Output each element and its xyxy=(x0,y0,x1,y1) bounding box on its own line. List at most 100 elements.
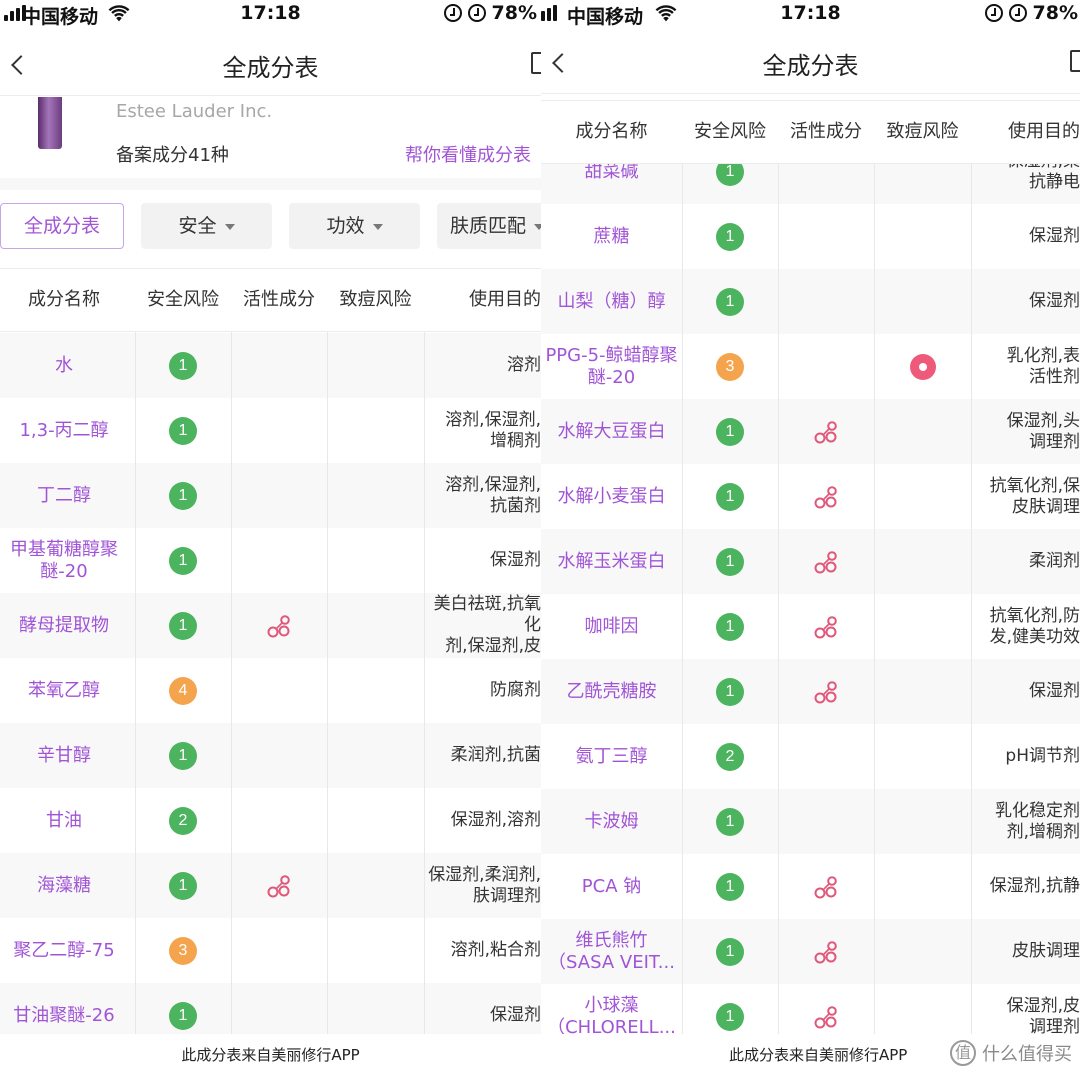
safety-cell: 1 xyxy=(682,529,778,594)
table-row[interactable]: 海藻糖 1 保湿剂,柔润剂, 肤调理剂 xyxy=(0,853,541,918)
safety-badge: 1 xyxy=(716,164,744,186)
table-header: 成分名称 安全风险 活性成分 致痘风险 使用目的 xyxy=(0,268,541,332)
table-row[interactable]: 丁二醇 1 溶剂,保湿剂, 抗菌剂 xyxy=(0,463,541,528)
table-row[interactable]: PPG-5-鲸蜡醇聚醚-20 3 乳化剂,表 活性剂 xyxy=(541,334,1080,399)
nav-bar: 全成分表 xyxy=(0,34,541,96)
active-cell xyxy=(778,659,874,724)
share-icon[interactable] xyxy=(531,52,541,74)
table-row[interactable]: PCA 钠 1 保湿剂,抗静 xyxy=(541,854,1080,919)
purpose-text: 溶剂,保湿剂, 抗菌剂 xyxy=(445,474,541,516)
table-row[interactable]: 水 1 溶剂 xyxy=(0,333,541,398)
acne-cell xyxy=(327,723,424,788)
safety-cell: 1 xyxy=(682,399,778,464)
filter-all-ingredients[interactable]: 全成分表 xyxy=(0,203,124,249)
ingredient-name[interactable]: PCA 钠 xyxy=(541,854,682,919)
filter-label: 肤质匹配 xyxy=(449,215,526,237)
ingredient-name[interactable]: 水 xyxy=(0,333,128,398)
purpose-text: 乳化剂,表 活性剂 xyxy=(1006,345,1080,387)
table-row[interactable]: 维氏熊竹（SASA VEIT... 1 皮肤调理 xyxy=(541,919,1080,984)
ingredient-table: 水 1 溶剂 1,3-丙二醇 1 溶剂,保湿剂, 增稠剂 丁二醇 1 溶剂,保湿剂, 抗菌剂 甲基… xyxy=(0,333,541,1034)
purpose-text: 保湿剂 xyxy=(490,550,541,570)
table-row[interactable]: 水解大豆蛋白 1 保湿剂,头 调理剂 xyxy=(541,399,1080,464)
table-row[interactable]: 苯氧乙醇 4 防腐剂 xyxy=(0,658,541,723)
left-screenshot: 中国移动 17:18 78% 全成分表 Estee Lauder Inc. 备案… xyxy=(0,0,541,1079)
ingredient-name[interactable]: 1,3-丙二醇 xyxy=(0,398,128,463)
filter-efficacy[interactable]: 功效 xyxy=(289,203,420,249)
status-bar: 中国移动 17:18 78% xyxy=(541,0,1080,30)
active-cell xyxy=(231,853,327,918)
safety-badge: 1 xyxy=(716,287,744,316)
table-row[interactable]: 乙酰壳糖胺 1 保湿剂 xyxy=(541,659,1080,724)
safety-badge: 1 xyxy=(716,677,744,706)
ingredient-name[interactable]: PPG-5-鲸蜡醇聚醚-20 xyxy=(541,334,682,399)
table-row[interactable]: 酵母提取物 1 美白祛斑,抗氧化 剂,保湿剂,皮 xyxy=(0,593,541,658)
ingredient-name[interactable]: 咖啡因 xyxy=(541,594,682,659)
safety-badge: 1 xyxy=(716,482,744,511)
active-cell xyxy=(778,984,874,1034)
purpose-text: 防腐剂 xyxy=(490,680,541,700)
ingredient-name[interactable]: 水解玉米蛋白 xyxy=(541,529,682,594)
ingredient-name[interactable]: 氨丁三醇 xyxy=(541,724,682,789)
acne-cell xyxy=(327,658,424,723)
ingredient-name[interactable]: 辛甘醇 xyxy=(0,723,128,788)
ingredient-name[interactable]: 酵母提取物 xyxy=(0,593,128,658)
table-row[interactable]: 咖啡因 1 抗氧化剂,防 发,健美功效 xyxy=(541,594,1080,659)
table-row[interactable]: 甘油 2 保湿剂,溶剂 xyxy=(0,788,541,853)
column-header: 致痘风险 xyxy=(339,289,412,310)
table-row[interactable]: 水解小麦蛋白 1 抗氧化剂,保 皮肤调理 xyxy=(541,464,1080,529)
ingredient-name[interactable]: 苯氧乙醇 xyxy=(0,658,128,723)
ingredient-name[interactable]: 海藻糖 xyxy=(0,853,128,918)
table-row[interactable]: 甲基葡糖醇聚醚-20 1 保湿剂 xyxy=(0,528,541,593)
ingredient-name[interactable]: 维氏熊竹（SASA VEIT... xyxy=(541,919,682,984)
acne-cell xyxy=(327,788,424,853)
safety-cell: 2 xyxy=(682,724,778,789)
column-divider xyxy=(874,100,875,1034)
purpose-text: 抗氧化剂,防 发,健美功效 xyxy=(989,605,1080,647)
active-cell xyxy=(231,593,327,658)
ingredient-name[interactable]: 甲基葡糖醇聚醚-20 xyxy=(0,528,128,593)
table-row[interactable]: 小球藻（CHLORELL... 1 保湿剂,皮 调理剂 xyxy=(541,984,1080,1035)
ingredient-name[interactable]: 丁二醇 xyxy=(0,463,128,528)
active-cell xyxy=(231,333,327,398)
table-row[interactable]: 山梨（糖）醇 1 保湿剂 xyxy=(541,269,1080,334)
active-ingredient-icon xyxy=(814,485,837,508)
ingredient-name[interactable]: 甘油 xyxy=(0,788,128,853)
ingredient-name[interactable]: 甘油聚醚-26 xyxy=(0,983,128,1034)
safety-badge: 1 xyxy=(716,417,744,446)
table-row[interactable]: 水解玉米蛋白 1 柔润剂 xyxy=(541,529,1080,594)
safety-cell: 1 xyxy=(682,269,778,334)
filter-safety[interactable]: 安全 xyxy=(141,203,272,249)
ingredient-name[interactable]: 蔗糖 xyxy=(541,204,682,269)
ingredient-name[interactable]: 山梨（糖）醇 xyxy=(541,269,682,334)
ingredient-name[interactable]: 卡波姆 xyxy=(541,789,682,854)
table-row[interactable]: 甜菜碱 1 保湿剂,柔 抗静电 xyxy=(541,164,1080,204)
ingredient-name[interactable]: 乙酰壳糖胺 xyxy=(541,659,682,724)
active-cell xyxy=(231,788,327,853)
safety-cell: 1 xyxy=(135,398,231,463)
table-row[interactable]: 聚乙二醇-75 3 溶剂,粘合剂 xyxy=(0,918,541,983)
safety-badge: 1 xyxy=(169,416,197,445)
active-cell xyxy=(778,269,874,334)
safety-badge: 1 xyxy=(716,612,744,641)
table-row[interactable]: 氨丁三醇 2 pH调节剂 xyxy=(541,724,1080,789)
table-row[interactable]: 辛甘醇 1 柔润剂,抗菌 xyxy=(0,723,541,788)
acne-cell xyxy=(874,269,971,334)
column-divider xyxy=(327,268,328,1034)
active-cell xyxy=(231,918,327,983)
share-icon[interactable] xyxy=(1070,50,1080,72)
table-row[interactable]: 蔗糖 1 保湿剂 xyxy=(541,204,1080,269)
filter-skin-match[interactable]: 肤质匹配 xyxy=(437,203,541,249)
table-row[interactable]: 1,3-丙二醇 1 溶剂,保湿剂, 增稠剂 xyxy=(0,398,541,463)
table-row[interactable]: 卡波姆 1 乳化稳定剂 剂,增稠剂 xyxy=(541,789,1080,854)
help-link[interactable]: 帮你看懂成分表 xyxy=(405,141,531,167)
table-row[interactable]: 甘油聚醚-26 1 保湿剂 xyxy=(0,983,541,1034)
product-brand: Estee Lauder Inc. xyxy=(116,101,273,122)
ingredient-name[interactable]: 甜菜碱 xyxy=(541,164,682,204)
ingredient-name[interactable]: 小球藻（CHLORELL... xyxy=(541,984,682,1035)
zhi-icon: 值 xyxy=(950,1040,976,1066)
ingredient-name[interactable]: 聚乙二醇-75 xyxy=(0,918,128,983)
ingredient-name[interactable]: 水解小麦蛋白 xyxy=(541,464,682,529)
column-header: 安全风险 xyxy=(147,289,219,310)
active-ingredient-icon xyxy=(267,614,290,637)
ingredient-name[interactable]: 水解大豆蛋白 xyxy=(541,399,682,464)
